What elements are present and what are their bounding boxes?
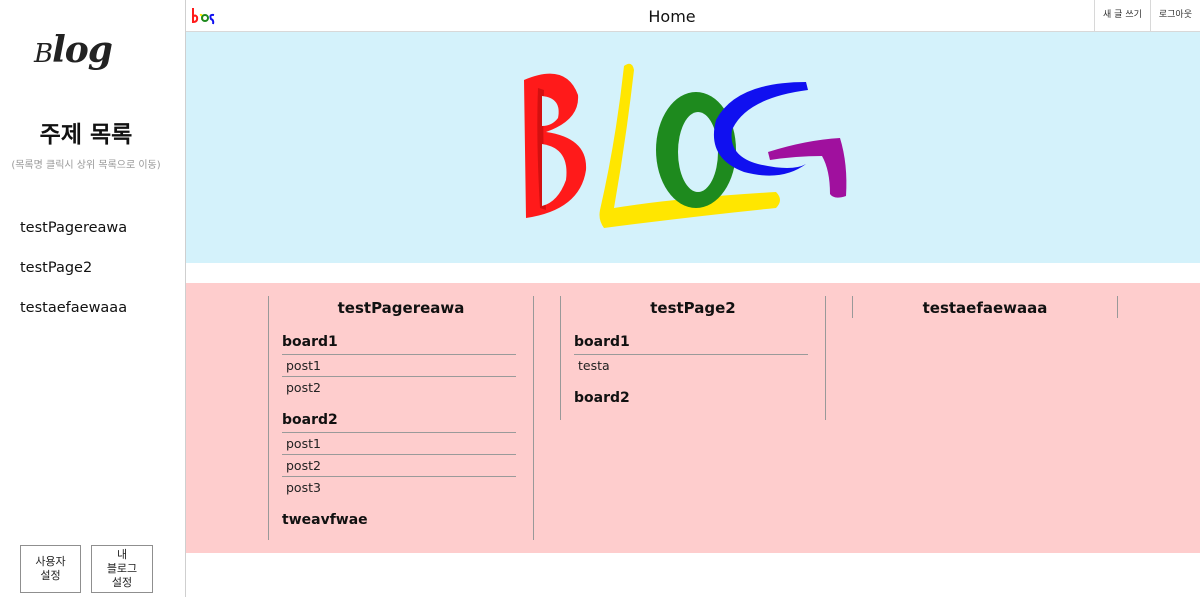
post-item[interactable]: testa [574,355,808,376]
topic-list-hint: (목록명 클릭시 상위 목록으로 이동) [11,160,161,171]
topic-column-title[interactable]: testPage2 [561,296,825,320]
user-settings-label: 사용자 설정 [35,555,66,582]
post-item[interactable]: post1 [282,433,516,455]
page-title: Home [648,7,696,26]
blog-logo-initial: B [34,39,53,69]
sidebar: Blog 주제 목록 (목록명 클릭시 상위 목록으로 이동) testPage… [0,0,186,597]
blog-logo-rest: log [52,29,113,71]
topic-column: testaefaewaaa [852,296,1118,318]
board-name[interactable]: board1 [282,334,516,355]
banner [186,32,1200,263]
topic-list-title: 주제 목록 [39,122,133,148]
board: tweavfwae [282,512,516,532]
logout-button[interactable]: 로그아웃 [1149,0,1200,31]
blog-settings-button[interactable]: 내 블로그 설정 [91,545,153,593]
topic-item[interactable]: testPagereawa [20,220,127,260]
content-area: testPagereawa board1 post1 post2 board2 … [186,283,1200,553]
blog-settings-label: 내 블로그 설정 [106,548,138,589]
board: board1 testa [574,334,808,376]
board: board1 post1 post2 [282,334,516,398]
board-name[interactable]: board2 [574,390,808,410]
user-settings-button[interactable]: 사용자 설정 [20,545,81,593]
board-name[interactable]: tweavfwae [282,512,516,532]
topic-column-title[interactable]: testaefaewaaa [853,296,1117,320]
header-actions: 새 글 쓰기 로그아웃 [1094,0,1200,31]
topic-item[interactable]: testaefaewaaa [20,300,127,340]
topic-column-title[interactable]: testPagereawa [269,296,533,320]
banner-letter-b [524,73,587,218]
board-name[interactable]: board1 [574,334,808,355]
topic-column: testPagereawa board1 post1 post2 board2 … [268,296,534,540]
post-item[interactable]: post1 [282,355,516,377]
blog-banner-logo [524,63,847,228]
topic-list: testPagereawa testPage2 testaefaewaaa [20,220,127,340]
top-bar: Home 새 글 쓰기 로그아웃 [186,0,1200,32]
post-item[interactable]: post3 [282,477,516,498]
board: board2 [574,390,808,410]
topic-item[interactable]: testPage2 [20,260,127,300]
topic-column: testPage2 board1 testa board2 [560,296,826,420]
post-item[interactable]: post2 [282,377,516,398]
board-name[interactable]: board2 [282,412,516,433]
blog-logo[interactable]: Blog [34,28,138,72]
board: board2 post1 post2 post3 [282,412,516,498]
write-post-button[interactable]: 새 글 쓰기 [1094,0,1150,31]
post-item[interactable]: post2 [282,455,516,477]
